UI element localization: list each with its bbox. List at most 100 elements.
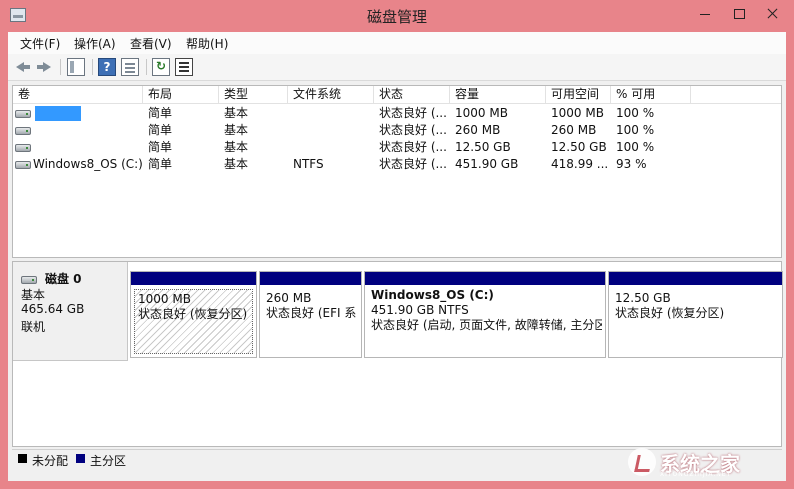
partition-body: 12.50 GB 状态良好 (恢复分区) bbox=[612, 289, 779, 354]
volume-percent-free: 93 % bbox=[616, 157, 647, 171]
maximize-button[interactable] bbox=[722, 0, 756, 28]
partition-recovery-2[interactable]: 12.50 GB 状态良好 (恢复分区) bbox=[608, 271, 783, 358]
partition-size: 1000 MB bbox=[138, 292, 191, 306]
column-type[interactable]: 类型 bbox=[219, 86, 288, 104]
volume-layout: 简单 bbox=[148, 106, 173, 120]
column-filesystem[interactable]: 文件系统 bbox=[288, 86, 374, 104]
disk-icon bbox=[15, 127, 31, 135]
disk-icon bbox=[15, 110, 31, 118]
toolbar-separator bbox=[92, 59, 93, 75]
volume-capacity: 1000 MB bbox=[455, 106, 508, 120]
console-tree-icon[interactable] bbox=[67, 58, 85, 76]
volume-list: 卷 布局 类型 文件系统 状态 容量 可用空间 % 可用 简单 基本 状态良好 … bbox=[12, 85, 782, 258]
partition-status: 状态良好 (恢复分区) bbox=[138, 307, 248, 321]
disk-management-window: 磁盘管理 文件(F) 操作(A) 查看(V) 帮助(H) ? ↻ 卷 布局 类型… bbox=[0, 0, 794, 489]
client-area: 文件(F) 操作(A) 查看(V) 帮助(H) ? ↻ 卷 布局 类型 文件系统… bbox=[8, 32, 786, 481]
disk-size: 465.64 GB bbox=[21, 302, 85, 316]
partition-size: 12.50 GB bbox=[615, 291, 671, 305]
toolbar-separator bbox=[146, 59, 147, 75]
column-capacity[interactable]: 容量 bbox=[450, 86, 546, 104]
volume-capacity: 12.50 GB bbox=[455, 140, 511, 154]
disk-icon bbox=[15, 144, 31, 152]
properties-icon[interactable] bbox=[121, 58, 139, 76]
volume-row[interactable]: Windows8_OS (C:) 简单 基本 NTFS 状态良好 (... 45… bbox=[13, 156, 781, 173]
volume-capacity: 451.90 GB bbox=[455, 157, 519, 171]
volume-row[interactable]: 简单 基本 状态良好 (... 1000 MB 1000 MB 100 % bbox=[13, 105, 781, 122]
volume-free-space: 1000 MB bbox=[551, 106, 604, 120]
column-layout[interactable]: 布局 bbox=[143, 86, 219, 104]
partition-size: 451.90 GB NTFS bbox=[371, 303, 469, 317]
volume-name-selected[interactable] bbox=[35, 106, 81, 121]
partition-recovery-1[interactable]: 1000 MB 状态良好 (恢复分区) bbox=[130, 271, 257, 358]
disk-info-panel[interactable]: 磁盘 0 基本 465.64 GB 联机 bbox=[13, 262, 128, 361]
volume-type: 基本 bbox=[224, 123, 249, 137]
volume-row[interactable]: 简单 基本 状态良好 (... 12.50 GB 12.50 GB 100 % bbox=[13, 139, 781, 156]
partition-status: 状态良好 (启动, 页面文件, 故障转储, 主分区 bbox=[371, 318, 602, 332]
volume-free-space: 12.50 GB bbox=[551, 140, 607, 154]
toolbar: ? ↻ bbox=[8, 54, 786, 81]
menu-file[interactable]: 文件(F) bbox=[20, 35, 60, 52]
partition-size: 260 MB bbox=[266, 291, 312, 305]
menu-help[interactable]: 帮助(H) bbox=[186, 35, 228, 52]
legend-primary-label: 主分区 bbox=[90, 454, 127, 468]
refresh-icon[interactable]: ↻ bbox=[152, 58, 170, 76]
volume-name: Windows8_OS (C:) bbox=[33, 157, 143, 171]
column-volume[interactable]: 卷 bbox=[13, 86, 143, 104]
volume-row[interactable]: 简单 基本 状态良好 (... 260 MB 260 MB 100 % bbox=[13, 122, 781, 139]
volume-filesystem bbox=[288, 122, 293, 139]
column-percent-free[interactable]: % 可用 bbox=[611, 86, 691, 104]
volume-capacity: 260 MB bbox=[455, 123, 501, 137]
volume-type: 基本 bbox=[224, 157, 249, 171]
volume-layout: 简单 bbox=[148, 123, 173, 137]
legend-unallocated-label: 未分配 bbox=[32, 454, 69, 468]
partition-body: 260 MB 状态良好 (EFI 系 bbox=[263, 289, 358, 354]
partition-windows-c[interactable]: Windows8_OS (C:) 451.90 GB NTFS 状态良好 (启动… bbox=[364, 271, 606, 358]
legend-unallocated-swatch bbox=[18, 454, 27, 463]
watermark: 系统之家 XITONGZHIJIA.NET bbox=[628, 444, 792, 480]
partition-efi[interactable]: 260 MB 状态良好 (EFI 系 bbox=[259, 271, 362, 358]
window-title: 磁盘管理 bbox=[366, 8, 427, 26]
volume-filesystem: NTFS bbox=[293, 157, 324, 171]
close-button[interactable] bbox=[756, 0, 788, 28]
rescan-disks-icon[interactable] bbox=[175, 58, 193, 76]
disk-type: 基本 bbox=[21, 288, 46, 302]
watermark-subtext: XITONGZHIJIA.NET bbox=[660, 471, 732, 478]
volume-filesystem bbox=[288, 105, 293, 122]
minimize-button[interactable] bbox=[688, 0, 722, 28]
partition-color-bar bbox=[365, 272, 605, 285]
menu-action[interactable]: 操作(A) bbox=[74, 35, 116, 52]
volume-list-header: 卷 布局 类型 文件系统 状态 容量 可用空间 % 可用 bbox=[13, 86, 781, 104]
volume-name bbox=[31, 122, 36, 139]
disk-name: 磁盘 0 bbox=[45, 272, 82, 286]
volume-filesystem bbox=[288, 139, 293, 156]
column-status[interactable]: 状态 bbox=[374, 86, 450, 104]
forward-icon[interactable] bbox=[35, 58, 53, 76]
watermark-logo-icon bbox=[628, 448, 656, 476]
help-icon[interactable]: ? bbox=[98, 58, 116, 76]
partition-body: Windows8_OS (C:) 451.90 GB NTFS 状态良好 (启动… bbox=[368, 286, 602, 354]
volume-name bbox=[31, 139, 36, 156]
volume-status: 状态良好 (... bbox=[379, 157, 447, 171]
title-bar[interactable]: 磁盘管理 bbox=[0, 0, 794, 32]
volume-layout: 简单 bbox=[148, 140, 173, 154]
back-icon[interactable] bbox=[14, 58, 32, 76]
partition-title: Windows8_OS (C:) bbox=[371, 288, 494, 302]
volume-percent-free: 100 % bbox=[616, 106, 655, 120]
volume-layout: 简单 bbox=[148, 157, 173, 171]
partition-color-bar bbox=[609, 272, 782, 285]
volume-percent-free: 100 % bbox=[616, 123, 655, 137]
volume-status: 状态良好 (... bbox=[379, 106, 447, 120]
disk-icon bbox=[21, 276, 37, 284]
volume-free-space: 418.99 ... bbox=[551, 157, 609, 171]
column-free-space[interactable]: 可用空间 bbox=[546, 86, 611, 104]
volume-status: 状态良好 (... bbox=[379, 140, 447, 154]
partition-color-bar bbox=[260, 272, 361, 285]
disk-graphical-view: 磁盘 0 基本 465.64 GB 联机 1000 MB 状态良好 (恢复分区)… bbox=[12, 261, 783, 447]
partition-color-bar bbox=[131, 272, 256, 285]
menu-bar: 文件(F) 操作(A) 查看(V) 帮助(H) bbox=[8, 32, 786, 54]
legend-primary-swatch bbox=[76, 454, 85, 463]
menu-view[interactable]: 查看(V) bbox=[130, 35, 172, 52]
partition-status: 状态良好 (恢复分区) bbox=[615, 306, 725, 320]
volume-free-space: 260 MB bbox=[551, 123, 597, 137]
volume-type: 基本 bbox=[224, 140, 249, 154]
